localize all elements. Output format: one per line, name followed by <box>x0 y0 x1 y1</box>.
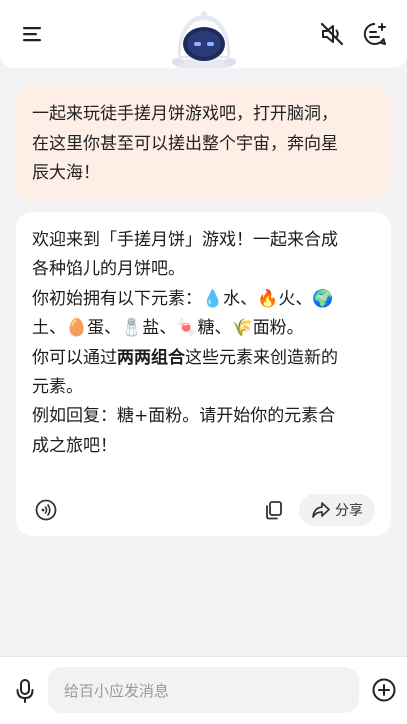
egg-emoji: 🥚 <box>66 318 88 339</box>
element-fire: 火、 <box>278 288 313 309</box>
user-message-bubble: 一起来玩徒手搓月饼游戏吧，打开脑洞， 在这里你甚至可以搓出整个宇宙，奔向星 辰大… <box>16 84 391 200</box>
bot-message-line: 你可以通过两两组合这些元素来创造新的 <box>32 344 377 373</box>
element-egg: 蛋、 <box>87 318 122 339</box>
copy-icon[interactable] <box>258 494 290 526</box>
user-message-line: 在这里你甚至可以搓出整个宇宙，奔向星 <box>32 133 338 154</box>
share-button[interactable]: 分享 <box>299 494 375 526</box>
bot-message-line: 元素。 <box>32 377 83 398</box>
combine-intro: 你可以通过 <box>32 347 117 368</box>
water-emoji: 💧 <box>202 288 224 309</box>
share-icon <box>311 501 331 519</box>
element-salt: 盐、 <box>142 318 177 339</box>
speaker-muted-icon[interactable] <box>316 18 348 50</box>
user-message-line: 一起来玩徒手搓月饼游戏吧，打开脑洞， <box>32 104 338 124</box>
bot-message-text: 欢迎来到「手搓月饼」游戏！一起来合成 各种馅儿的月饼吧。 你初始拥有以下元素：💧… <box>32 226 377 461</box>
combine-suffix: 这些元素来创造新的 <box>185 347 338 368</box>
bot-message-line: 各种馅儿的月饼吧。 <box>32 259 185 280</box>
microphone-icon[interactable] <box>9 675 41 707</box>
elements-intro: 你初始拥有以下元素： <box>32 288 202 309</box>
bot-message-line: 你初始拥有以下元素：💧水、🔥火、🌍 <box>32 285 377 314</box>
new-chat-icon[interactable] <box>359 18 391 50</box>
user-message-line: 辰大海！ <box>32 163 100 183</box>
earth-emoji: 🌍 <box>312 288 334 309</box>
voice-play-icon[interactable] <box>30 494 62 526</box>
fire-emoji: 🔥 <box>257 288 279 309</box>
message-actions: 分享 <box>16 494 391 526</box>
element-flour: 面粉。 <box>252 318 304 339</box>
element-water: 水、 <box>223 288 258 309</box>
bot-message-line: 成之旅吧！ <box>32 435 117 456</box>
top-bar <box>0 0 407 70</box>
composer-bar: 给百小应发消息 <box>0 656 407 724</box>
combine-bold: 两两组合 <box>117 347 185 368</box>
share-label: 分享 <box>335 503 363 519</box>
message-input-placeholder: 给百小应发消息 <box>64 681 170 700</box>
message-input[interactable]: 给百小应发消息 <box>48 667 359 713</box>
wheat-emoji: 🌾 <box>231 318 253 339</box>
plus-circle-icon[interactable] <box>368 674 400 706</box>
bot-message-line: 例如回复：糖+面粉。请开始你的元素合 <box>32 406 336 427</box>
menu-icon[interactable] <box>16 18 48 50</box>
bot-message-card: 欢迎来到「手搓月饼」游戏！一起来合成 各种馅儿的月饼吧。 你初始拥有以下元素：💧… <box>16 212 391 536</box>
salt-emoji: 🧂 <box>121 318 143 339</box>
bot-message-line: 欢迎来到「手搓月饼」游戏！一起来合成 <box>32 230 338 250</box>
robot-avatar <box>166 4 242 70</box>
bot-message-line: 土、🥚蛋、🧂盐、🍬糖、🌾面粉。 <box>32 314 377 343</box>
element-earth: 土、 <box>32 318 66 339</box>
element-sugar: 糖、 <box>197 318 232 339</box>
candy-emoji: 🍬 <box>176 318 198 339</box>
